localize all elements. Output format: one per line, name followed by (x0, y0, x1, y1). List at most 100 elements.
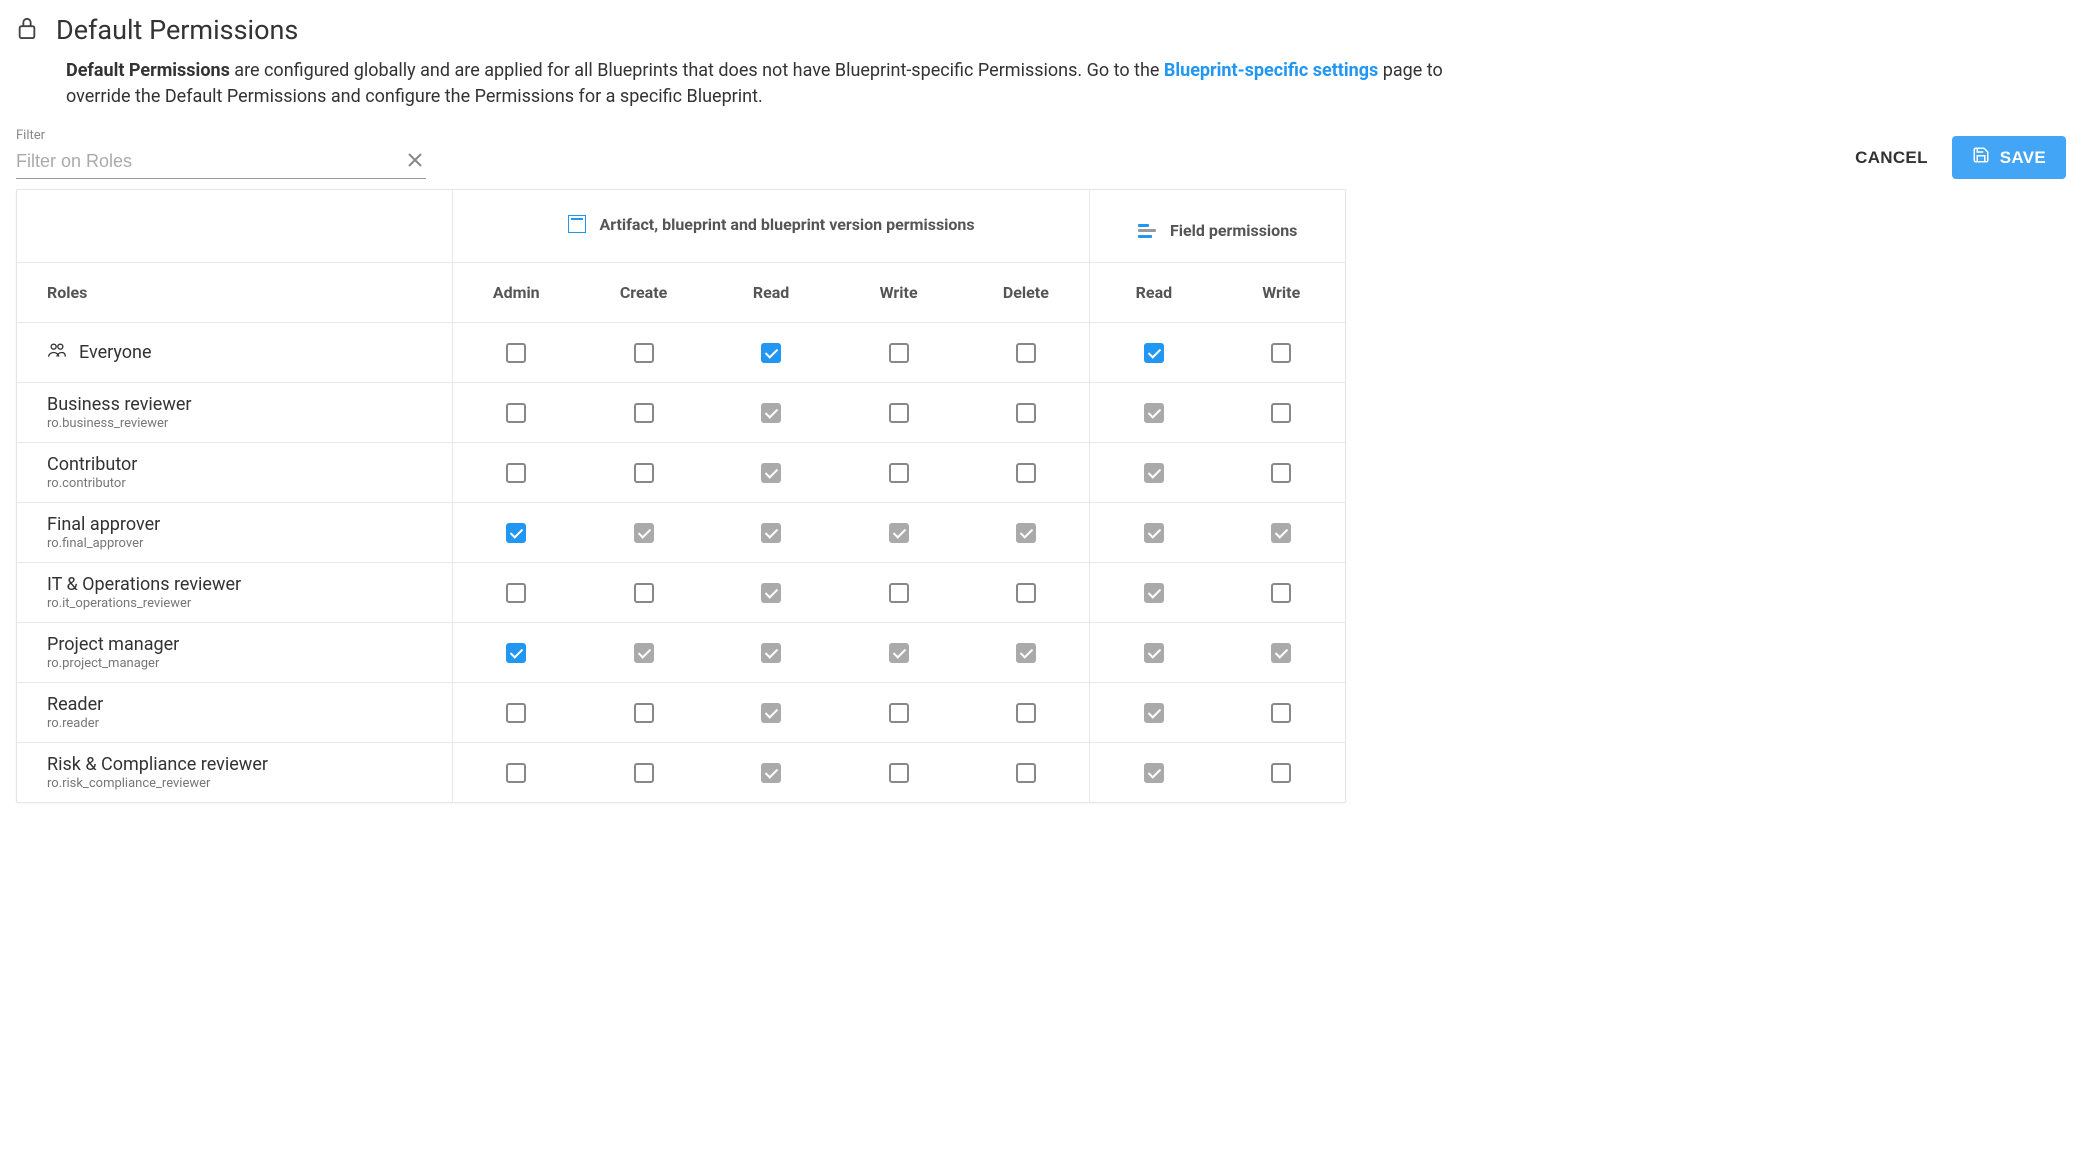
save-button[interactable]: SAVE (1952, 136, 2066, 179)
checkbox-admin[interactable] (506, 523, 526, 543)
perm-cell-write (835, 742, 963, 802)
perm-cell-delete (962, 442, 1090, 502)
perm-cell-write (835, 382, 963, 442)
checkbox-create[interactable] (634, 343, 654, 363)
perm-cell-field_write (1217, 562, 1345, 622)
table-row: IT & Operations reviewerro.it_operations… (17, 562, 1345, 622)
checkbox-write[interactable] (889, 643, 909, 663)
perm-cell-create (580, 442, 708, 502)
checkbox-create[interactable] (634, 463, 654, 483)
checkbox-create[interactable] (634, 703, 654, 723)
checkbox-read[interactable] (761, 703, 781, 723)
checkbox-field_read[interactable] (1144, 703, 1164, 723)
perm-cell-field_read (1090, 742, 1218, 802)
checkbox-field_write[interactable] (1271, 523, 1291, 543)
field-icon (1138, 224, 1156, 238)
role-id: ro.it_operations_reviewer (47, 596, 452, 611)
perm-cell-write (835, 502, 963, 562)
perm-cell-read (707, 322, 835, 382)
checkbox-field_write[interactable] (1271, 703, 1291, 723)
checkbox-field_read[interactable] (1144, 523, 1164, 543)
blueprint-settings-link[interactable]: Blueprint-specific settings (1164, 60, 1378, 81)
checkbox-create[interactable] (634, 583, 654, 603)
checkbox-read[interactable] (761, 583, 781, 603)
checkbox-admin[interactable] (506, 343, 526, 363)
checkbox-field_write[interactable] (1271, 463, 1291, 483)
checkbox-write[interactable] (889, 703, 909, 723)
checkbox-field_read[interactable] (1144, 763, 1164, 783)
checkbox-delete[interactable] (1016, 523, 1036, 543)
checkbox-delete[interactable] (1016, 463, 1036, 483)
checkbox-create[interactable] (634, 643, 654, 663)
col-header-write: Write (835, 262, 963, 322)
group-header-empty (17, 190, 452, 262)
checkbox-write[interactable] (889, 523, 909, 543)
checkbox-admin[interactable] (506, 403, 526, 423)
col-header-roles: Roles (17, 262, 452, 322)
checkbox-delete[interactable] (1016, 703, 1036, 723)
checkbox-admin[interactable] (506, 463, 526, 483)
checkbox-field_write[interactable] (1271, 763, 1291, 783)
checkbox-field_write[interactable] (1271, 643, 1291, 663)
checkbox-delete[interactable] (1016, 763, 1036, 783)
checkbox-field_write[interactable] (1271, 403, 1291, 423)
checkbox-field_read[interactable] (1144, 343, 1164, 363)
checkbox-field_write[interactable] (1271, 583, 1291, 603)
checkbox-read[interactable] (761, 643, 781, 663)
role-cell: Final approverro.final_approver (17, 502, 452, 562)
permissions-table-wrap: Artifact, blueprint and blueprint versio… (16, 189, 1346, 803)
checkbox-field_write[interactable] (1271, 343, 1291, 363)
checkbox-create[interactable] (634, 523, 654, 543)
perm-cell-admin (452, 622, 580, 682)
perm-cell-read (707, 562, 835, 622)
checkbox-admin[interactable] (506, 763, 526, 783)
perm-cell-admin (452, 502, 580, 562)
cancel-button[interactable]: CANCEL (1855, 148, 1928, 168)
checkbox-read[interactable] (761, 403, 781, 423)
checkbox-delete[interactable] (1016, 583, 1036, 603)
checkbox-delete[interactable] (1016, 343, 1036, 363)
checkbox-field_read[interactable] (1144, 583, 1164, 603)
perm-cell-create (580, 622, 708, 682)
perm-cell-admin (452, 742, 580, 802)
checkbox-write[interactable] (889, 763, 909, 783)
checkbox-write[interactable] (889, 583, 909, 603)
checkbox-field_read[interactable] (1144, 403, 1164, 423)
role-id: ro.final_approver (47, 536, 452, 551)
role-id: ro.risk_compliance_reviewer (47, 776, 452, 791)
clear-filter-icon[interactable] (408, 152, 422, 172)
perm-cell-delete (962, 622, 1090, 682)
filter-input-wrap (16, 145, 426, 179)
checkbox-read[interactable] (761, 463, 781, 483)
perm-cell-create (580, 682, 708, 742)
checkbox-write[interactable] (889, 403, 909, 423)
checkbox-create[interactable] (634, 763, 654, 783)
checkbox-write[interactable] (889, 343, 909, 363)
action-buttons: CANCEL SAVE (1855, 136, 2066, 179)
col-header-admin: Admin (452, 262, 580, 322)
table-row: Business reviewerro.business_reviewer (17, 382, 1345, 442)
perm-cell-field_write (1217, 622, 1345, 682)
role-name: Reader (47, 694, 452, 715)
perm-cell-create (580, 322, 708, 382)
checkbox-field_read[interactable] (1144, 643, 1164, 663)
perm-cell-delete (962, 322, 1090, 382)
checkbox-write[interactable] (889, 463, 909, 483)
filter-input[interactable] (16, 145, 426, 178)
role-name: Business reviewer (47, 394, 452, 415)
perm-cell-field_read (1090, 322, 1218, 382)
checkbox-read[interactable] (761, 763, 781, 783)
checkbox-admin[interactable] (506, 643, 526, 663)
perm-cell-read (707, 382, 835, 442)
checkbox-field_read[interactable] (1144, 463, 1164, 483)
checkbox-read[interactable] (761, 523, 781, 543)
checkbox-create[interactable] (634, 403, 654, 423)
checkbox-delete[interactable] (1016, 403, 1036, 423)
checkbox-admin[interactable] (506, 583, 526, 603)
checkbox-read[interactable] (761, 343, 781, 363)
perm-cell-write (835, 562, 963, 622)
column-header-row: Roles Admin Create Read Write Delete Rea… (17, 262, 1345, 322)
checkbox-admin[interactable] (506, 703, 526, 723)
checkbox-delete[interactable] (1016, 643, 1036, 663)
role-name: Risk & Compliance reviewer (47, 754, 452, 775)
